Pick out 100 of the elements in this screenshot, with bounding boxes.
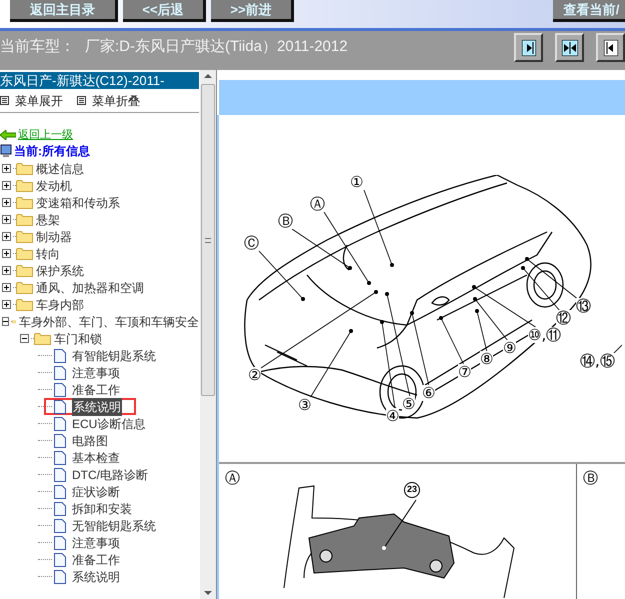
sidebar-title: 东风日产-新骐达(C12)-2011- [0,72,200,89]
callout-label: Ⓒ [244,235,259,251]
tree-item[interactable]: 有智能钥匙系统 [72,346,156,364]
expander-icon[interactable] [2,181,11,190]
document-icon [54,502,66,516]
document-icon [54,434,66,448]
document-icon [54,518,66,532]
back-link[interactable]: 返回上一级 [18,126,73,144]
tree-item[interactable]: 注意事项 [72,364,120,382]
tree-item[interactable]: 系统说明 [72,568,120,586]
tree-item[interactable]: 保护系统 [36,262,84,280]
document-icon [54,348,66,362]
callout-label: ⑭,⑮ [580,353,615,369]
scroll-up-icon [204,74,212,78]
tree-item[interactable]: 症状诊断 [72,482,120,500]
expander-icon[interactable] [2,283,11,292]
tree-item[interactable]: 车身外部、车门、车顶和车辆安全 [19,312,200,330]
current-location: 当前:所有信息 [14,143,90,160]
callout-label: ⑩,⑪ [528,327,562,343]
expander-icon[interactable] [2,215,11,224]
callout-label: ① [350,174,364,190]
document-icon [54,536,66,550]
callout-label: ⑥ [422,385,436,401]
callout-label: ⑧ [480,351,494,367]
folder-icon [16,230,33,243]
tree-item[interactable]: 无智能钥匙系统 [72,516,156,534]
folder-icon [16,196,33,209]
folder-icon [16,264,33,277]
folder-icon [16,162,33,175]
split-arrows-icon [562,40,578,56]
panel-label: Ⓐ [225,470,240,486]
menu-action[interactable]: 菜单折叠 [77,92,140,110]
tree-item[interactable]: 注意事项 [72,534,120,552]
tree-item[interactable]: 悬架 [36,210,60,228]
tree-item[interactable]: 基本检查 [72,448,120,466]
expander-icon[interactable] [2,300,11,309]
expander-icon[interactable] [20,334,29,343]
document-icon [54,484,66,498]
arrow-left-icon [604,40,618,56]
tree-item[interactable]: 变速箱和传动系 [36,194,120,212]
model-value: 厂家:D-东风日产骐达(Tiida）2011-2012 [85,37,348,57]
tree-item[interactable]: 概述信息 [36,160,84,178]
arrow-right-icon [522,40,536,56]
list-icon [77,96,86,105]
tree-item[interactable]: ECU诊断信息 [72,414,146,432]
document-icon [54,382,66,396]
tree-item[interactable]: 制动器 [36,228,72,246]
folder-icon [34,332,51,345]
split-view-button[interactable] [555,33,584,62]
folder-icon [16,281,33,294]
arrow-left-icon [0,130,16,140]
expander-icon[interactable] [2,232,11,241]
tree-item[interactable]: 准备工作 [72,380,120,398]
tree-item[interactable]: 系统说明 [72,398,122,416]
tree-item[interactable]: DTC/电路诊断 [72,466,148,484]
document-icon [54,450,66,464]
expander-icon[interactable] [2,198,11,207]
expander-icon[interactable] [2,249,11,258]
callout-label: ⑨ [503,340,516,356]
callout-label: ③ [298,397,312,413]
panel-label: Ⓑ [583,470,598,486]
callout-label: 23 [404,482,420,498]
list-icon [0,96,9,105]
document-icon [54,416,66,430]
expander-icon[interactable] [2,317,9,326]
tree-item[interactable]: 拆卸和安装 [72,500,132,518]
scrollbar[interactable] [200,70,216,599]
document-icon [54,552,66,566]
folder-icon [16,213,33,226]
scroll-down-icon [204,591,212,595]
document-icon [54,570,66,584]
document-icon [54,468,66,482]
callout-label: ⑤ [402,396,416,412]
tree-item[interactable]: 车门和锁 [54,330,102,348]
tree-item[interactable]: 准备工作 [72,550,120,568]
folder-icon [16,179,33,192]
expander-icon[interactable] [2,164,11,173]
callout-label: Ⓐ [310,196,325,212]
folder-icon [16,247,33,260]
callout-label: ⑦ [458,364,472,380]
expand-left-button[interactable] [596,33,625,62]
scrollbar-thumb[interactable] [201,84,216,396]
tree-item[interactable]: 转向 [36,244,60,262]
document-icon [54,366,66,380]
tree-item[interactable]: 通风、加热器和空调 [36,278,144,296]
computer-icon [0,144,12,158]
tree-item[interactable]: 车身内部 [36,296,84,314]
document-icon [54,400,66,414]
callout-label: ④ [386,408,400,424]
expander-icon[interactable] [2,266,11,275]
menu-action[interactable]: 菜单展开 [0,92,63,110]
callout-label: ⑬ [576,298,591,314]
callout-label: Ⓑ [278,213,293,229]
callout-label: ⑫ [556,310,571,326]
tree-item[interactable]: 电路图 [72,432,108,450]
expand-right-button[interactable] [514,33,543,62]
callout-label: ② [248,367,262,383]
model-label: 当前车型： [0,37,75,57]
folder-icon [16,298,33,311]
tree-item[interactable]: 发动机 [36,176,72,194]
